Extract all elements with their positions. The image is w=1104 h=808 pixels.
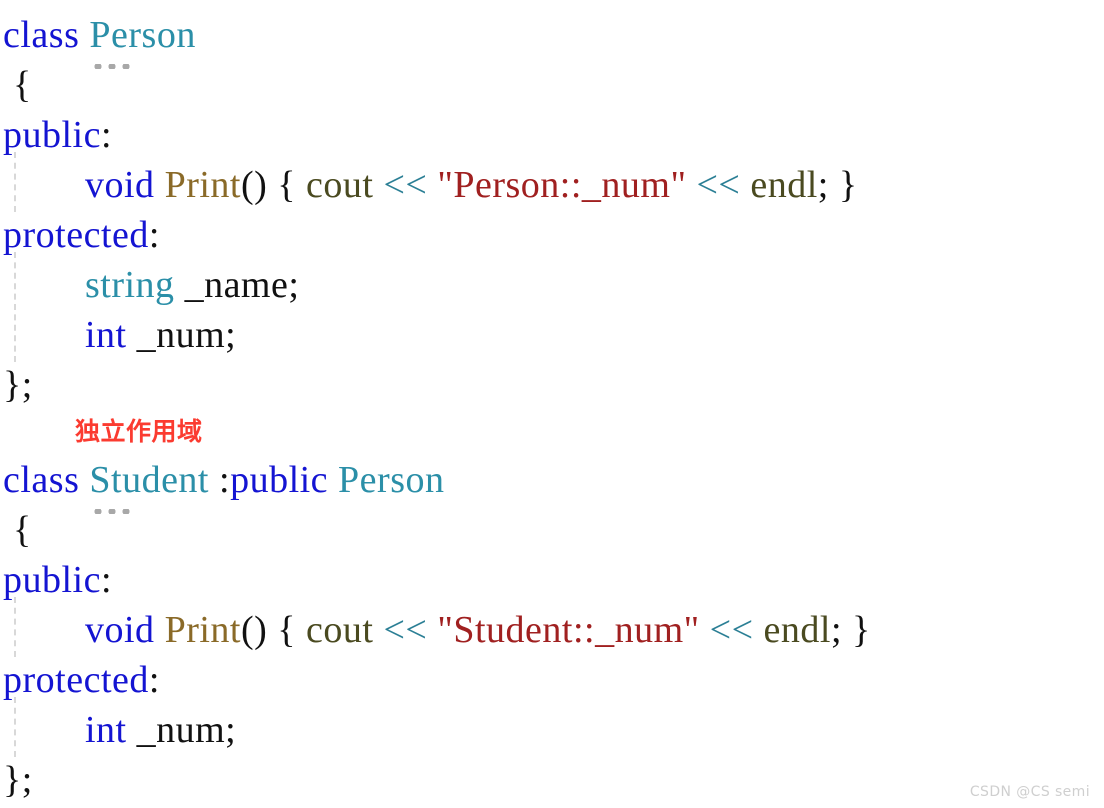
code-token-plain: _num; [136,709,237,751]
code-line[interactable]: int _num; [0,310,1104,360]
code-token-keyword: public [3,559,101,601]
code-token-type: Person [89,10,195,69]
code-line[interactable]: { [0,60,1104,110]
code-line[interactable]: class Person [0,10,1104,69]
code-token-string: "Student::_num" [437,609,700,651]
code-line[interactable]: public: [0,110,1104,160]
code-token-punct: : [148,214,160,256]
code-line[interactable]: protected: [0,210,1104,260]
code-token-punct: { [13,509,32,551]
code-token-op: << [696,164,741,206]
code-token-punct: : [100,559,113,601]
code-token-punct: () { [240,609,307,651]
code-token-string: "Person::_num" [437,164,687,206]
code-editor[interactable]: CSDN @CS semi class Person {public: void … [0,0,1104,808]
code-token-keyword: protected [3,659,149,701]
code-token-keyword: protected [3,214,149,256]
code-line[interactable]: void Print() { cout << "Student::_num" <… [0,605,1104,655]
code-token-keyword: int [85,709,127,751]
code-line[interactable]: public: [0,555,1104,605]
code-token-type: Student [89,455,209,514]
code-token-keyword: void [85,164,155,206]
code-line[interactable]: string _name; [0,260,1104,310]
code-token-keyword: int [85,314,127,356]
code-token-op: << [383,609,428,651]
code-token-punct: ; } [817,164,858,206]
code-token-stream: cout [306,164,374,206]
code-line[interactable]: { [0,505,1104,555]
code-token-type: Person [338,459,445,501]
code-token-plain: _name; [184,264,300,306]
code-token-keyword: class [3,14,80,56]
code-line[interactable]: class Student :public Person [0,455,1104,514]
code-token-plain: _num; [136,314,237,356]
code-token-func: Print [164,609,241,651]
code-line[interactable]: }; [0,360,1104,410]
code-line[interactable]: }; [0,755,1104,805]
code-token-punct: () { [240,164,307,206]
code-line[interactable]: int _num; [0,705,1104,755]
code-token-keyword: void [85,609,155,651]
csdn-watermark: CSDN @CS semi [969,784,1090,800]
code-token-punct: { [13,64,32,106]
code-token-punct: : [209,459,231,501]
code-token-op: << [709,609,754,651]
scope-annotation: 独立作用域 [75,417,203,446]
code-token-stream: endl [763,609,831,651]
code-token-punct: : [148,659,160,701]
code-token-func: Print [164,164,241,206]
code-token-op: << [383,164,428,206]
code-token-keyword: class [3,459,80,501]
code-token-type: string [85,264,175,306]
code-token-keyword: public [230,459,329,501]
code-token-punct: ; } [830,609,871,651]
code-token-punct: }; [3,759,33,801]
code-token-keyword: public [3,114,101,156]
code-token-stream: cout [306,609,374,651]
code-line[interactable]: protected: [0,655,1104,705]
code-token-punct: }; [3,364,33,406]
code-token-punct: : [100,114,113,156]
code-line[interactable]: void Print() { cout << "Person::_num" <<… [0,160,1104,210]
code-token-stream: endl [750,164,818,206]
